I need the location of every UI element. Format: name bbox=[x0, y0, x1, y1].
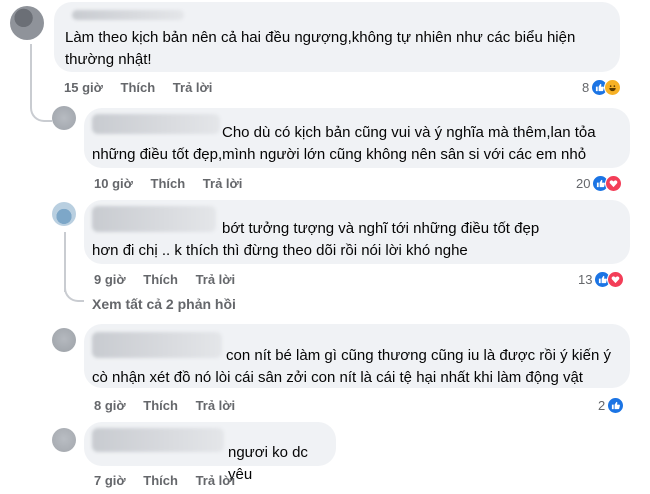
reaction-count: 8 bbox=[582, 79, 590, 95]
like-button[interactable]: Thích bbox=[143, 272, 178, 287]
comment-time[interactable]: 10 giờ bbox=[94, 176, 133, 191]
avatar[interactable] bbox=[52, 328, 76, 352]
comment-bubble: Cho dù có kịch bản cũng vui và ý nghĩa m… bbox=[84, 108, 630, 168]
comment-actions: 10 giờ Thích Trả lời bbox=[94, 176, 256, 191]
reaction-summary[interactable]: 2 bbox=[598, 396, 625, 414]
comment-text: Làm theo kịch bản nên cả hai đều ngượng,… bbox=[65, 29, 576, 68]
avatar[interactable] bbox=[52, 106, 76, 130]
reaction-summary[interactable]: 8 bbox=[582, 78, 622, 96]
thread-connector bbox=[30, 90, 52, 122]
avatar[interactable] bbox=[52, 428, 76, 452]
reaction-count: 2 bbox=[598, 397, 606, 413]
comment-time[interactable]: 8 giờ bbox=[94, 398, 126, 413]
reply-button[interactable]: Trả lời bbox=[173, 80, 213, 95]
comment-bubble: ngươi ko dc yêu bbox=[84, 422, 336, 483]
reaction-count: 20 bbox=[576, 175, 591, 191]
comment-time[interactable]: 9 giờ bbox=[94, 272, 126, 287]
comment-text: Cho dù có kịch bản cũng vui và ý nghĩa m… bbox=[92, 124, 596, 163]
blurred-author-name bbox=[92, 428, 224, 452]
comment-time[interactable]: 15 giờ bbox=[64, 80, 103, 95]
blurred-author-name bbox=[72, 10, 184, 20]
reaction-summary[interactable]: 20 bbox=[576, 174, 623, 192]
haha-icon bbox=[604, 78, 622, 96]
comment-time[interactable]: 7 giờ bbox=[94, 473, 126, 488]
reply-button[interactable]: Trả lời bbox=[203, 176, 243, 191]
comment-actions: 15 giờ Thích Trả lời bbox=[64, 80, 226, 95]
comment-actions: 8 giờ Thích Trả lời bbox=[94, 398, 249, 413]
comment-actions: 9 giờ Thích Trả lời bbox=[94, 272, 249, 287]
reaction-summary[interactable]: 13 bbox=[578, 270, 625, 288]
comment-bubble: Làm theo kịch bản nên cả hai đều ngượng,… bbox=[54, 2, 620, 72]
reply-button[interactable]: Trả lời bbox=[196, 272, 236, 287]
like-button[interactable]: Thích bbox=[151, 176, 186, 191]
comment-text: con nít bé làm gì cũng thương cũng iu là… bbox=[92, 347, 611, 386]
reply-button[interactable]: Trả lời bbox=[196, 473, 236, 488]
like-icon bbox=[607, 396, 625, 414]
avatar[interactable] bbox=[52, 202, 76, 226]
comment-bubble: con nít bé làm gì cũng thương cũng iu là… bbox=[84, 324, 630, 388]
comment-actions: 7 giờ Thích Trả lời bbox=[94, 473, 249, 488]
reply-button[interactable]: Trả lời bbox=[196, 398, 236, 413]
comment-bubble: bớt tưởng tượng và nghĩ tới những điều t… bbox=[84, 200, 630, 264]
reaction-count: 13 bbox=[578, 271, 593, 287]
love-icon bbox=[607, 270, 625, 288]
thread-connector bbox=[64, 270, 84, 302]
like-button[interactable]: Thích bbox=[143, 473, 178, 488]
like-button[interactable]: Thích bbox=[121, 80, 156, 95]
avatar[interactable] bbox=[10, 6, 44, 40]
like-button[interactable]: Thích bbox=[143, 398, 178, 413]
comment-text: bớt tưởng tượng và nghĩ tới những điều t… bbox=[92, 220, 540, 259]
view-all-replies-link[interactable]: Xem tất cả 2 phản hồi bbox=[92, 296, 236, 312]
love-icon bbox=[605, 174, 623, 192]
